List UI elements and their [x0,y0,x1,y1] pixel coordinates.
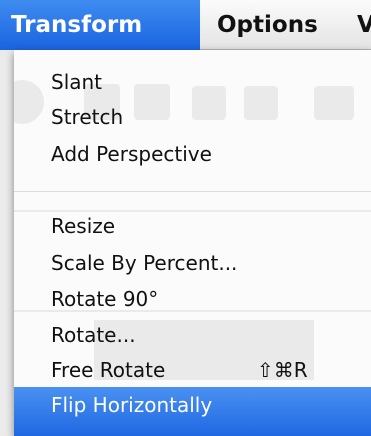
menu-separator [14,191,371,192]
free-rotate-shortcut: ⇧⌘R [257,358,308,382]
menu-item-scale-by-percent[interactable]: Scale By Percent... [14,246,371,280]
menu-bar: Transform Options V [0,0,371,50]
menu-transform[interactable]: Transform [0,0,200,50]
menu-item-resize[interactable]: Resize [14,209,371,243]
menu-item-stretch[interactable]: Stretch [14,100,371,134]
menu-item-free-rotate-label: Free Rotate [51,358,166,382]
menu-item-slant[interactable]: Slant [14,65,371,99]
menu-item-flip-horizontally[interactable]: Flip Horizontally [14,387,371,436]
transform-dropdown-menu: Slant Stretch Add Perspective Resize Sca… [14,50,371,436]
menu-item-add-perspective[interactable]: Add Perspective [14,137,371,171]
menu-view-partial[interactable]: V [357,0,371,50]
menu-item-rotate-90[interactable]: Rotate 90° [14,282,371,316]
menu-options[interactable]: Options [217,0,349,50]
menu-item-free-rotate[interactable]: Free Rotate ⇧⌘R [14,353,371,387]
menu-item-rotate[interactable]: Rotate... [14,318,371,352]
